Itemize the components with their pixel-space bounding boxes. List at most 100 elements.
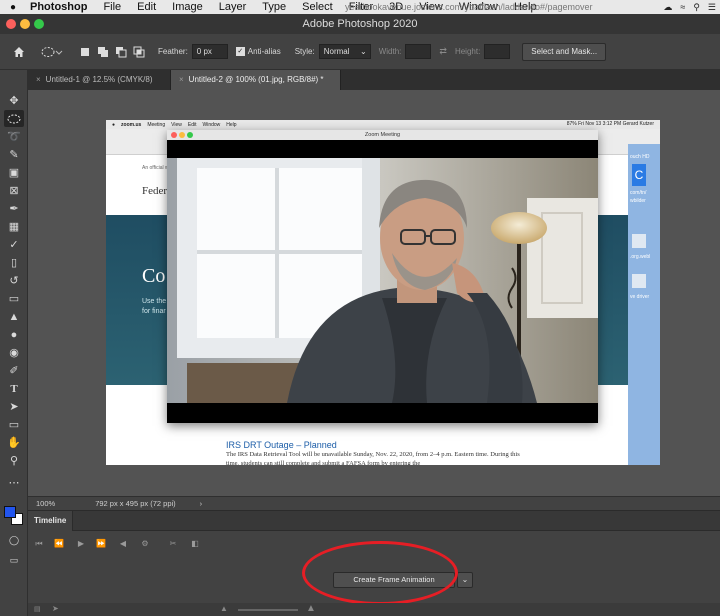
tab-timeline[interactable]: Timeline <box>28 511 74 531</box>
menu-file[interactable]: File <box>95 1 129 13</box>
crop-tool-icon[interactable]: ▣ <box>4 164 24 181</box>
foreground-color-swatch[interactable] <box>4 506 16 518</box>
zoom-maximize-icon <box>187 132 193 138</box>
eraser-tool-icon[interactable]: ▭ <box>4 290 24 307</box>
frame-options-icon[interactable]: ▤ <box>34 605 41 613</box>
pen-tool-icon[interactable]: ✐ <box>4 362 24 379</box>
timeline-header: Timeline <box>28 511 720 531</box>
width-input[interactable] <box>405 44 432 59</box>
inner-menu-app: zoom.us <box>121 121 142 128</box>
zoom-slider-track[interactable] <box>238 609 298 611</box>
new-selection-icon[interactable] <box>76 42 94 62</box>
dodge-tool-icon[interactable]: ◉ <box>4 344 24 361</box>
quick-selection-tool-icon[interactable]: ✎ <box>4 146 24 163</box>
screenshot-mac-menubar: ● zoom.us Meeting View Edit Window Help … <box>106 120 660 129</box>
inner-status-text: 87% Fri Nov 13 3:12 PM Gerard Kutzer <box>566 121 654 127</box>
creative-cloud-icon[interactable]: ☁ <box>663 2 672 13</box>
antialias-label: Anti-alias <box>247 47 281 56</box>
document-dimensions: 792 px x 495 px (72 ppi) <box>95 499 176 508</box>
tab-untitled-1[interactable]: × Untitled-1 @ 12.5% (CMYK/8) <box>28 70 171 90</box>
menu-select[interactable]: Select <box>294 1 341 13</box>
paint-bucket-tool-icon[interactable]: ▲ <box>4 308 24 325</box>
document-tabs: × Untitled-1 @ 12.5% (CMYK/8) × Untitled-2… <box>28 70 720 90</box>
window-titlebar: Adobe Photoshop 2020 <box>0 14 720 34</box>
zoom-titlebar: Zoom Meeting <box>167 130 598 140</box>
apple-icon[interactable]: ● <box>4 2 22 13</box>
timeline-footer: ▤ ➤ ▲ ▲ <box>28 603 720 616</box>
minimize-window-icon[interactable] <box>20 19 30 29</box>
control-center-icon[interactable]: ☰ <box>708 2 716 13</box>
split-scissors-icon[interactable]: ✂ <box>166 537 180 551</box>
swap-dimensions-icon[interactable]: ⇄ <box>439 46 447 57</box>
desktop-label: .org.webl <box>630 254 651 260</box>
feather-input[interactable]: 0 px <box>191 44 228 59</box>
zoom-out-mountain-icon[interactable]: ▲ <box>220 604 228 613</box>
move-tool-icon[interactable]: ✥ <box>4 92 24 109</box>
hero-text: Use the for finar <box>142 297 166 317</box>
tab-label: Untitled-2 @ 100% (01.jpg, RGB/8#) * <box>188 75 324 84</box>
screen-mode-icon[interactable]: ▭ <box>4 552 24 569</box>
close-tab-icon[interactable]: × <box>179 75 184 84</box>
subtract-selection-icon[interactable] <box>112 42 130 62</box>
previous-frame-icon[interactable]: ⏪ <box>52 537 66 551</box>
settings-gear-icon[interactable]: ⚙ <box>138 537 152 551</box>
lasso-tool-icon[interactable]: ➰ <box>4 128 24 145</box>
antialias-checkbox[interactable]: ✓ Anti-alias <box>235 47 281 56</box>
blur-tool-icon[interactable]: ● <box>4 326 24 343</box>
status-menu-arrow-icon[interactable]: › <box>192 499 211 508</box>
intersect-selection-icon[interactable] <box>130 42 148 62</box>
hand-tool-icon[interactable]: ✋ <box>4 434 24 451</box>
search-icon[interactable]: ⚲ <box>693 2 700 13</box>
clone-stamp-tool-icon[interactable]: ▯ <box>4 254 24 271</box>
home-icon[interactable] <box>6 42 32 62</box>
zoom-window-icon[interactable] <box>34 19 44 29</box>
height-input[interactable] <box>484 44 511 59</box>
hero-title: Co <box>142 265 166 287</box>
checkbox-check-icon: ✓ <box>235 47 245 56</box>
style-select[interactable]: Normal ⌄ <box>318 44 371 59</box>
zoom-level[interactable]: 100% <box>28 499 63 508</box>
frame-tool-icon[interactable]: ⊠ <box>4 182 24 199</box>
document-canvas[interactable]: ● zoom.us Meeting View Edit Window Help … <box>106 120 660 465</box>
options-bar: Feather: 0 px ✓ Anti-alias Style: Normal… <box>0 34 720 70</box>
history-brush-tool-icon[interactable]: ↺ <box>4 272 24 289</box>
menu-layer[interactable]: Layer <box>211 1 255 13</box>
news-body: The IRS Data Retrieval Tool will be unav… <box>226 451 520 465</box>
quick-mask-icon[interactable]: ◯ <box>4 532 24 549</box>
tab-untitled-2[interactable]: × Untitled-2 @ 100% (01.jpg, RGB/8#) * <box>171 70 341 90</box>
wifi-icon[interactable]: ≈ <box>680 2 685 12</box>
inner-menu-item: Meeting <box>147 121 166 128</box>
zoom-tool-icon[interactable]: ⚲ <box>4 452 24 469</box>
menu-image[interactable]: Image <box>164 1 211 13</box>
next-frame-icon[interactable]: ⏩ <box>94 537 108 551</box>
select-and-mask-button[interactable]: Select and Mask... <box>522 42 607 61</box>
desktop-file-icon: C <box>632 164 646 186</box>
chevron-down-icon: ⌄ <box>461 575 469 584</box>
zoom-in-mountain-icon[interactable]: ▲ <box>306 603 316 614</box>
play-icon[interactable]: ▶ <box>74 537 88 551</box>
marquee-preset-icon[interactable] <box>38 42 66 62</box>
animation-type-dropdown[interactable]: ⌄ <box>457 572 473 588</box>
add-to-selection-icon[interactable] <box>94 42 112 62</box>
rectangle-tool-icon[interactable]: ▭ <box>4 416 24 433</box>
desktop-label: wbilder <box>630 198 646 204</box>
go-to-first-frame-icon[interactable]: ⏮ <box>32 537 46 551</box>
healing-brush-tool-icon[interactable]: ▦ <box>4 218 24 235</box>
eyedropper-tool-icon[interactable]: ✒ <box>4 200 24 217</box>
close-tab-icon[interactable]: × <box>36 75 41 84</box>
edit-toolbar-icon[interactable]: ⋯ <box>4 474 24 491</box>
audio-icon[interactable]: ◀ <box>116 537 130 551</box>
convert-icon[interactable]: ➤ <box>52 604 59 613</box>
webcam-photo <box>167 158 598 403</box>
type-tool-icon[interactable]: T <box>4 380 24 397</box>
menu-app[interactable]: Photoshop <box>22 1 95 13</box>
brush-tool-icon[interactable]: ✓ <box>4 236 24 253</box>
canvas-area[interactable]: ● zoom.us Meeting View Edit Window Help … <box>28 90 720 496</box>
menu-edit[interactable]: Edit <box>129 1 164 13</box>
close-window-icon[interactable] <box>6 19 16 29</box>
transition-icon[interactable]: ◧ <box>188 537 202 551</box>
path-selection-tool-icon[interactable]: ➤ <box>4 398 24 415</box>
elliptical-marquee-tool-icon[interactable] <box>4 110 24 127</box>
menu-type[interactable]: Type <box>254 1 294 13</box>
status-bar: 100% 792 px x 495 px (72 ppi) › <box>28 496 720 510</box>
